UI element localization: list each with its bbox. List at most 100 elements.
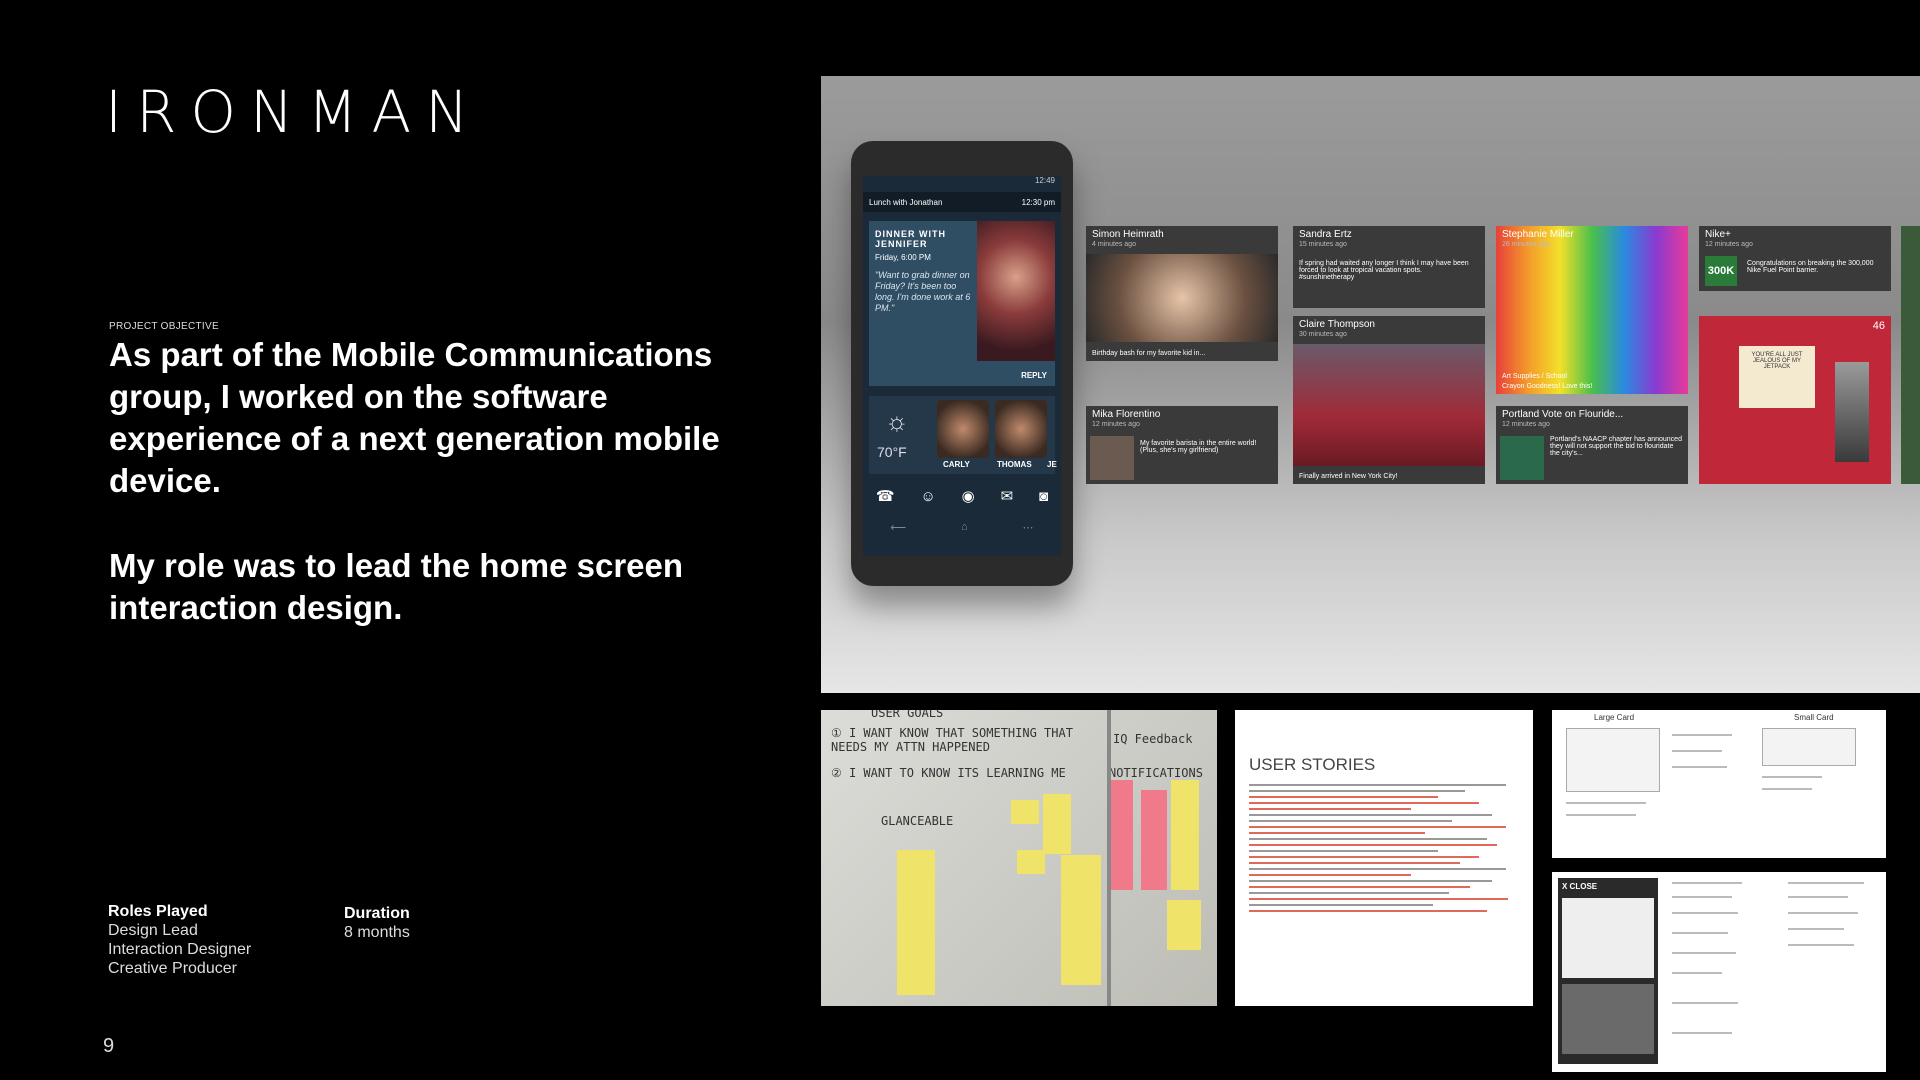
card-photo [1500, 436, 1544, 480]
text-line [1249, 886, 1471, 888]
objective-eyebrow: PROJECT OBJECTIVE [109, 321, 219, 332]
feed-card: Sandra Ertz 15 minutes ago If spring had … [1293, 226, 1485, 308]
small-card-label: Small Card [1794, 713, 1834, 722]
card-caption: Crayon Goodness! Love this! [1502, 383, 1593, 390]
objective-paragraph-1: As part of the Mobile Communications gro… [109, 336, 720, 499]
sticky-note [1141, 790, 1167, 890]
card-caption: If spring had waited any longer I think … [1299, 260, 1469, 281]
contact-name: THOMAS [997, 460, 1032, 469]
duration-heading: Duration [344, 905, 410, 922]
annotation-line [1672, 912, 1738, 914]
annotation-line [1672, 952, 1736, 954]
card-time: 12 minutes ago [1092, 421, 1140, 428]
nav-bar: ⟵ ⌂ ⋯ [863, 521, 1061, 541]
card-caption: Birthday bash for my favorite kid in... [1092, 350, 1206, 357]
roles-block: Roles Played Design Lead Interaction Des… [108, 902, 251, 978]
menu-icon: ⋯ [1022, 522, 1034, 534]
duration-value: 8 months [344, 924, 410, 941]
text-line [1249, 814, 1492, 816]
back-icon: ⟵ [890, 522, 907, 534]
text-line [1249, 838, 1487, 840]
app-dock: ☎ ☺ ◉ ✉ ◙ [863, 481, 1061, 511]
sticky-note [1167, 900, 1201, 950]
card-name: Stephanie Miller [1502, 229, 1574, 240]
whiteboard-photo: USER GOALS ① I WANT KNOW THAT SOMETHING … [821, 710, 1217, 1006]
event-quote: "Want to grab dinner on Friday? It's bee… [875, 270, 971, 313]
browser-icon: ◉ [961, 488, 975, 505]
card-caption: Congratulations on breaking the 300,000 … [1747, 260, 1874, 274]
text-line [1249, 790, 1465, 792]
page-number: 9 [103, 1035, 115, 1057]
annotation-line [1762, 788, 1812, 790]
avatar [937, 400, 989, 458]
text-line [1249, 862, 1460, 864]
event-title: DINNER WITH JENNIFER [875, 229, 946, 249]
whiteboard-text: IQ Feedback [1113, 732, 1193, 746]
text-line [1249, 844, 1498, 846]
role-item: Creative Producer [108, 960, 237, 977]
weather-temperature: 70°F [877, 444, 907, 460]
card-time: 30 minutes ago [1299, 331, 1347, 338]
weather-contacts-row: ☼ 70°F CARLY THOMAS JE [869, 396, 1057, 474]
sticky-note [1061, 855, 1101, 985]
card-photo [1086, 254, 1278, 342]
annotation-line [1788, 944, 1854, 946]
phone-notification: Lunch with Jonathan 12:30 pm [863, 192, 1061, 212]
mail-icon: ✉ [1000, 488, 1014, 505]
objective-text: As part of the Mobile Communications gro… [109, 334, 739, 672]
roles-heading: Roles Played [108, 903, 208, 920]
annotation-line [1672, 734, 1732, 736]
phone-wireframe: X CLOSE [1558, 878, 1658, 1064]
avatar [995, 400, 1047, 458]
annotation-line [1672, 1032, 1732, 1034]
phone-screen: 12:49 Lunch with Jonathan 12:30 pm DINNE… [863, 176, 1061, 556]
event-photo [977, 221, 1055, 361]
sticky-note [1043, 794, 1071, 854]
page-title: IRONMAN [105, 78, 483, 146]
small-card-wireframe [1762, 728, 1856, 766]
duration-block: Duration 8 months [344, 904, 410, 942]
card-name: Claire Thompson [1299, 319, 1375, 330]
sticky-note [1011, 800, 1039, 824]
wireframe-content [1562, 898, 1654, 978]
feed-card: Portland Vote on Flouride... 12 minutes a… [1496, 406, 1688, 484]
role-item: Design Lead [108, 922, 198, 939]
card-name: Portland Vote on Flouride... [1502, 409, 1624, 420]
phone-icon: ☎ [875, 488, 895, 505]
card-photo [1293, 344, 1485, 466]
card-time: 12 minutes ago [1705, 241, 1753, 248]
annotation-line [1566, 814, 1636, 816]
text-line [1249, 802, 1479, 804]
card-name: Nike+ [1705, 229, 1731, 240]
sticky-note [1171, 780, 1199, 890]
sticky-note [1017, 850, 1045, 874]
jetpack-figure [1835, 362, 1869, 462]
weather-icon: ☼ [885, 406, 909, 436]
annotation-line [1672, 972, 1722, 974]
close-label: X CLOSE [1562, 882, 1598, 891]
card-wireframe-spec: Large Card Small Card [1552, 710, 1886, 858]
card-name: Simon Heimrath [1092, 229, 1164, 240]
text-line [1249, 820, 1452, 822]
text-line [1249, 868, 1506, 870]
phone-status-time: 12:49 [1034, 176, 1055, 185]
text-line [1249, 856, 1479, 858]
card-caption: YOU'RE ALL JUST JEALOUS OF MY JETPACK [1739, 346, 1815, 408]
annotation-line [1762, 776, 1822, 778]
home-icon: ⌂ [961, 521, 968, 533]
card-time: 15 minutes ago [1299, 241, 1347, 248]
nike-badge: 300K [1705, 256, 1737, 286]
text-line [1249, 892, 1449, 894]
card-time: 12 minutes ago [1502, 421, 1550, 428]
annotation-line [1788, 912, 1858, 914]
text-line [1249, 832, 1425, 834]
text-line [1249, 898, 1509, 900]
user-stories-document: USER STORIES [1235, 710, 1533, 1006]
annotation-line [1788, 928, 1844, 930]
annotation-line [1672, 1002, 1738, 1004]
large-card-label: Large Card [1594, 713, 1635, 722]
whiteboard-text: GLANCEABLE [881, 814, 954, 828]
card-caption: Finally arrived in New York City! [1299, 473, 1398, 480]
feed-card: Mika Florentino 12 minutes ago My favorit… [1086, 406, 1278, 484]
phone-mockup: 12:49 Lunch with Jonathan 12:30 pm DINNE… [851, 141, 1073, 586]
